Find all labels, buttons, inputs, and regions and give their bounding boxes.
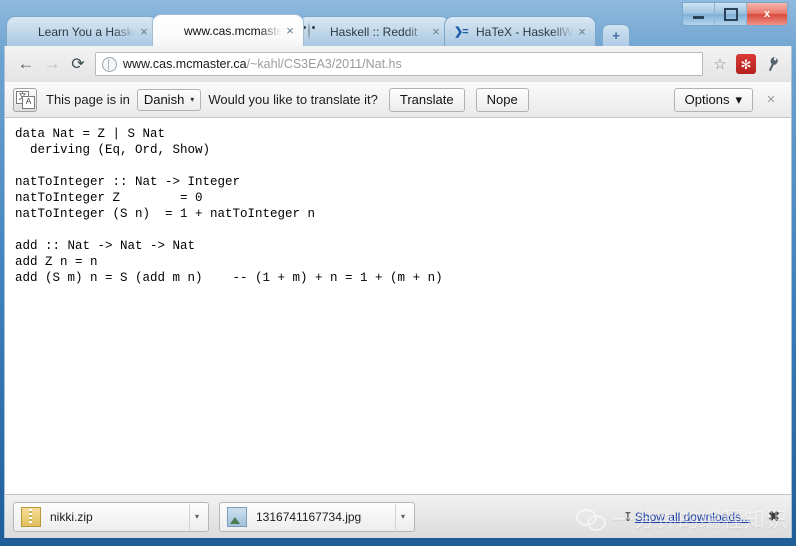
- forward-arrow-icon: →: [43, 54, 61, 73]
- infobar-prefix-text: This page is in: [46, 92, 130, 107]
- url-path: /~kahl/CS3EA3/2011/Nat.hs: [246, 57, 402, 71]
- tab-cas-mcmaster[interactable]: www.cas.mcmaster.c ×: [152, 14, 304, 46]
- reload-button[interactable]: ⟳: [65, 51, 91, 77]
- back-button[interactable]: ←: [13, 51, 39, 77]
- spiral-icon: [162, 23, 178, 39]
- page-content: data Nat = Z | S Nat deriving (Eq, Ord, …: [4, 118, 792, 494]
- tab-haskell-reddit[interactable]: Haskell :: Reddit ×: [298, 16, 450, 46]
- tab-hatex-haskellwiki[interactable]: ❯= HaTeX - HaskellWiki ×: [444, 16, 596, 46]
- tab-label: Learn You a Haskell f: [38, 24, 135, 39]
- image-file-icon: [227, 506, 247, 527]
- reddit-icon: [308, 22, 324, 40]
- options-button[interactable]: Options ▾: [673, 87, 753, 112]
- show-all-downloads-link[interactable]: Show all downloads...: [635, 510, 751, 524]
- download-file-name: 1316741167734.jpg: [256, 509, 362, 524]
- zip-file-icon: [21, 506, 41, 527]
- chevron-down-icon[interactable]: ▾: [395, 503, 410, 530]
- hatex-icon: ❯=: [454, 26, 469, 38]
- nope-button[interactable]: Nope: [475, 87, 529, 112]
- lyah-icon: [16, 24, 32, 40]
- reload-icon: ⟳: [71, 56, 85, 73]
- page-info-icon[interactable]: [102, 56, 117, 72]
- download-item-nikki-zip[interactable]: nikki.zip ▾: [13, 501, 209, 532]
- source-code-text: data Nat = Z | S Nat deriving (Eq, Ord, …: [15, 127, 443, 285]
- tab-close-icon[interactable]: ×: [283, 24, 297, 38]
- source-language-select[interactable]: Danish ▾: [136, 88, 202, 111]
- translate-button[interactable]: Translate: [388, 87, 465, 112]
- forward-button[interactable]: →: [39, 51, 65, 77]
- chrome-menu-button[interactable]: [758, 50, 786, 78]
- download-file-name: nikki.zip: [50, 509, 93, 524]
- chevron-down-icon: ▾: [190, 95, 195, 104]
- close-icon: x: [763, 8, 771, 20]
- tab-close-icon[interactable]: ×: [137, 25, 151, 39]
- download-item-jpg[interactable]: 1316741167734.jpg ▾: [219, 501, 415, 532]
- new-tab-button[interactable]: +: [602, 24, 630, 46]
- asterisk-icon: ✻: [740, 56, 752, 72]
- download-shelf: nikki.zip ▾ 1316741167734.jpg ▾ ↧ Show a…: [4, 494, 792, 538]
- tab-close-icon[interactable]: ×: [429, 25, 443, 39]
- maximize-icon: [723, 7, 738, 21]
- options-button-label: Options: [684, 92, 730, 107]
- url-text: www.cas.mcmaster.ca/~kahl/CS3EA3/2011/Na…: [123, 57, 402, 71]
- plus-icon: +: [612, 28, 620, 43]
- extension-button[interactable]: ✻: [736, 54, 756, 74]
- minimize-icon: [693, 16, 704, 19]
- browser-window: x Learn You a Haskell f × www.cas.mcmast…: [0, 0, 796, 546]
- close-icon: ×: [766, 91, 776, 108]
- minimize-button[interactable]: [683, 3, 715, 25]
- shelf-close-button[interactable]: ✖: [765, 508, 783, 525]
- close-button[interactable]: x: [747, 3, 787, 25]
- address-bar[interactable]: www.cas.mcmaster.ca/~kahl/CS3EA3/2011/Na…: [95, 52, 703, 76]
- chevron-down-icon[interactable]: ▾: [189, 503, 204, 530]
- translate-icon: 文 A: [13, 87, 37, 112]
- bookmark-star-button[interactable]: ☆: [709, 53, 731, 75]
- translate-icon-target-glyph: A: [22, 95, 35, 109]
- nope-button-label: Nope: [486, 92, 518, 107]
- star-icon: ☆: [713, 56, 727, 73]
- download-arrow-icon: ↧: [622, 509, 633, 524]
- url-domain: www.cas.mcmaster.ca: [123, 57, 247, 71]
- infobar-question-text: Would you like to translate it?: [208, 92, 378, 107]
- chevron-down-icon: ▾: [735, 91, 742, 107]
- tab-strip: x Learn You a Haskell f × www.cas.mcmast…: [0, 0, 796, 46]
- wrench-icon: [768, 56, 778, 71]
- tab-close-icon[interactable]: ×: [575, 25, 589, 39]
- maximize-button[interactable]: [715, 3, 747, 25]
- tab-list: Learn You a Haskell f × www.cas.mcmaster…: [6, 14, 630, 46]
- browser-toolbar: ← → ⟳ www.cas.mcmaster.ca/~kahl/CS3EA3/2…: [4, 46, 792, 82]
- tab-label: Haskell :: Reddit: [330, 24, 418, 39]
- window-controls: x: [682, 2, 788, 26]
- translate-button-label: Translate: [399, 92, 454, 107]
- tab-label: www.cas.mcmaster.c: [184, 23, 281, 38]
- tab-learn-you-a-haskell[interactable]: Learn You a Haskell f ×: [6, 16, 158, 46]
- source-language-value: Danish: [143, 92, 185, 107]
- back-arrow-icon: ←: [17, 54, 35, 73]
- translate-infobar: 文 A This page is in Danish ▾ Would you l…: [4, 82, 792, 118]
- infobar-close-button[interactable]: ×: [759, 88, 783, 112]
- tab-label: HaTeX - HaskellWiki: [476, 24, 573, 39]
